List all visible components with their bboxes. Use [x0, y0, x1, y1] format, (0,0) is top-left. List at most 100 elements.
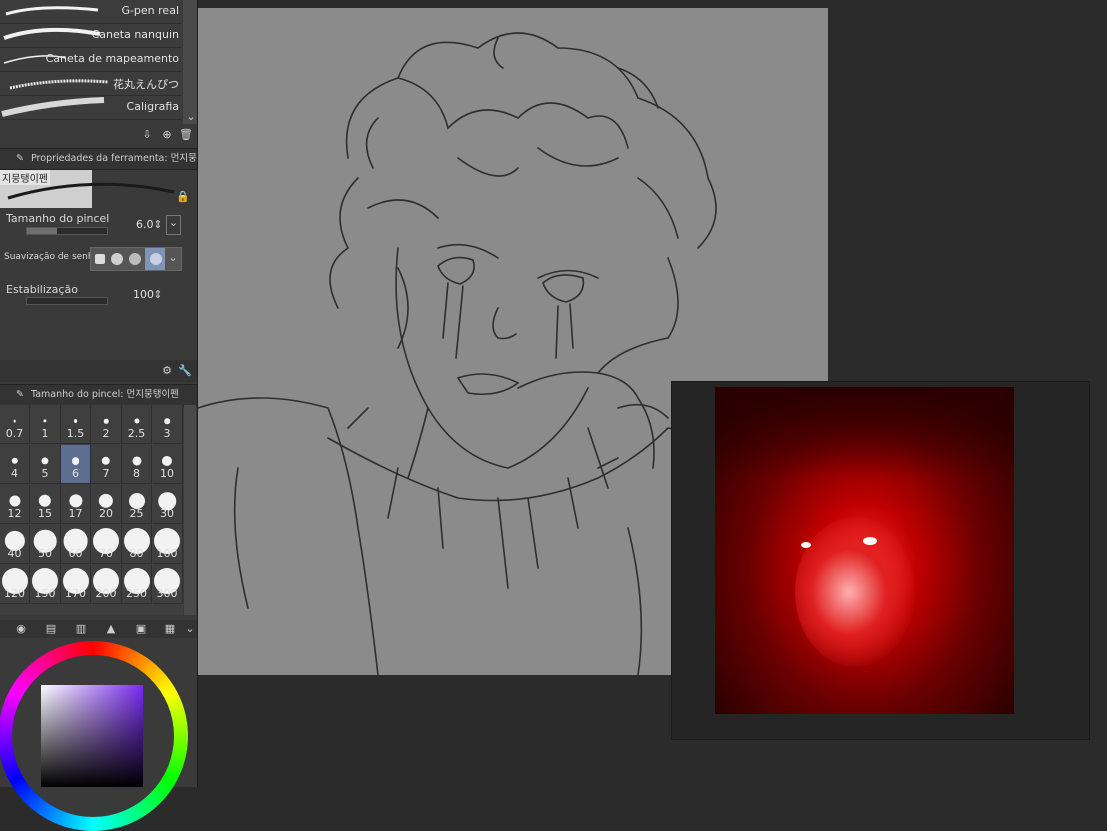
brush-size-cell[interactable]: 2 [91, 405, 122, 444]
circle-icon[interactable] [129, 253, 141, 265]
tool-property-header: ✎ Propriedades da ferramenta: 먼지뭉탱이펜 [0, 148, 197, 170]
lock-icon[interactable]: 🔒 [176, 190, 190, 204]
brush-size-cell[interactable]: 0.7 [0, 405, 30, 444]
color-panel-tabs: ◉ ▤ ▥ ▲ ▣ ▦ ⌄ [0, 620, 197, 638]
brush-size-label: 1 [41, 427, 49, 440]
brush-item-caneta-mapeamento[interactable]: Caneta de mapeamento [0, 48, 182, 72]
brush-stroke-preview [1, 97, 105, 117]
brush-size-cell[interactable]: 17 [61, 485, 91, 524]
brush-size-label: 10 [160, 467, 174, 480]
chevron-down-icon[interactable]: ⌄ [166, 215, 181, 235]
brush-size-cell[interactable]: 200 [91, 565, 122, 604]
tool-property-footer: ⚙ 🔧 [0, 360, 197, 382]
brush-size-cell[interactable]: 1 [30, 405, 61, 444]
stabilization-slider[interactable] [26, 297, 108, 305]
brush-size-label: 20 [99, 507, 113, 520]
brush-size-label: 60 [68, 547, 83, 560]
wrench-icon[interactable]: 🔧 [178, 364, 192, 378]
brush-size-cell[interactable]: 50 [30, 525, 61, 564]
approximate-color-tab-icon[interactable]: ▲ [104, 622, 118, 636]
brush-size-cell[interactable]: 4 [0, 445, 30, 484]
brush-size-label: 6 [72, 467, 79, 480]
duplicate-icon[interactable]: ⊕ [160, 128, 174, 142]
brush-size-dot [103, 418, 109, 424]
brush-size-label: 200 [95, 587, 117, 600]
brush-stroke-preview [9, 79, 109, 90]
chevron-down-icon[interactable]: ⌄ [183, 622, 197, 636]
brush-size-dot [41, 457, 49, 465]
brush-size-dot [98, 493, 114, 509]
color-wheel-tab-icon[interactable]: ◉ [14, 622, 28, 636]
stepper-icon[interactable]: ⇕ [151, 288, 165, 302]
brush-item-hanamaru[interactable]: 花丸えんぴつ [0, 72, 182, 96]
brush-size-dot [131, 456, 142, 466]
brush-size-cell[interactable]: 10 [152, 445, 183, 484]
brush-size-dot [38, 494, 52, 508]
brush-size-cell[interactable]: 70 [91, 525, 122, 564]
intermediate-color-tab-icon[interactable]: ▥ [74, 622, 88, 636]
brush-size-cell[interactable]: 300 [152, 565, 183, 604]
brush-size-dot [11, 457, 18, 465]
brush-size-cell[interactable]: 20 [91, 485, 122, 524]
brush-size-cell[interactable]: 60 [61, 525, 91, 564]
brush-size-slider[interactable] [26, 227, 108, 235]
brush-size-label: 50 [38, 547, 52, 560]
reference-image [715, 387, 1014, 714]
brush-item-gpen[interactable]: G-pen real [0, 0, 182, 24]
brush-size-cell[interactable]: 3 [152, 405, 183, 444]
settings-icon[interactable]: ⚙ [160, 364, 174, 378]
brush-item-label: Caneta de mapeamento [45, 52, 179, 65]
brush-size-label: 1.5 [66, 427, 85, 440]
reference-shadow [715, 387, 1014, 477]
brush-size-cell[interactable]: 80 [122, 525, 152, 564]
brush-size-panel-header: ✎ Tamanho do pincel: 먼지뭉탱이펜 [0, 384, 197, 406]
brush-size-label: 15 [38, 507, 52, 520]
brush-size-cell[interactable]: 5 [30, 445, 61, 484]
brush-size-dot [8, 495, 21, 507]
brush-size-cell[interactable]: 2.5 [122, 405, 152, 444]
brush-size-cell[interactable]: 7 [91, 445, 122, 484]
brush-size-dot [68, 494, 83, 508]
brush-size-label: 40 [7, 547, 22, 560]
crosshair-icon[interactable] [95, 254, 105, 264]
brush-size-label: 4 [11, 467, 18, 480]
brush-size-cell[interactable]: 8 [122, 445, 152, 484]
trash-icon[interactable]: 🗑 [179, 128, 193, 142]
stepper-icon[interactable]: ⇕ [151, 218, 165, 232]
brush-item-caneta-nanquin[interactable]: Caneta nanquin [0, 24, 182, 48]
export-icon[interactable]: ⇩ [140, 128, 154, 142]
circle-icon[interactable] [111, 253, 123, 265]
brush-list-scrollbar[interactable] [183, 0, 197, 124]
left-panel: G-pen real Caneta nanquin Caneta de mape… [0, 0, 198, 831]
chevron-down-icon[interactable]: ⌄ [184, 110, 198, 124]
brush-size-dot [164, 418, 170, 424]
brush-size-cell[interactable]: 170 [61, 565, 91, 604]
color-history-tab-icon[interactable]: ▣ [134, 622, 148, 636]
brush-size-cell[interactable]: 120 [0, 565, 30, 604]
brush-size-dot [133, 418, 140, 424]
brush-size-cell[interactable]: 100 [152, 525, 183, 564]
color-set-tab-icon[interactable]: ▤ [44, 622, 58, 636]
brush-item-caligrafia[interactable]: Caligrafia [0, 96, 182, 120]
brush-size-label: 5 [41, 467, 49, 480]
brush-item-label: Caneta nanquin [91, 28, 179, 41]
brush-size-cell[interactable]: 250 [122, 565, 152, 604]
brush-size-cell[interactable]: 30 [152, 485, 183, 524]
brush-size-dot [13, 419, 16, 423]
brush-size-cell[interactable]: 150 [30, 565, 61, 604]
brush-size-label: 120 [4, 587, 25, 600]
tool-property-title: Propriedades da ferramenta: 먼지뭉탱이펜 [31, 153, 197, 164]
brush-size-cell[interactable]: 1.5 [61, 405, 91, 444]
brush-size-cell[interactable]: 15 [30, 485, 61, 524]
brush-size-label: 70 [99, 547, 113, 560]
chevron-down-icon[interactable]: ⌄ [166, 251, 180, 265]
brush-size-label: 170 [65, 587, 86, 600]
brush-size-scrollbar[interactable] [184, 405, 196, 615]
sub-view-tab-icon[interactable]: ▦ [163, 622, 177, 636]
brush-size-cell[interactable]: 12 [0, 485, 30, 524]
brush-size-cell[interactable]: 40 [0, 525, 30, 564]
brush-size-cell[interactable]: 25 [122, 485, 152, 524]
saturation-value-square[interactable] [41, 685, 143, 787]
brush-size-label: 3 [163, 427, 171, 440]
brush-size-cell[interactable]: 6 [61, 445, 91, 484]
